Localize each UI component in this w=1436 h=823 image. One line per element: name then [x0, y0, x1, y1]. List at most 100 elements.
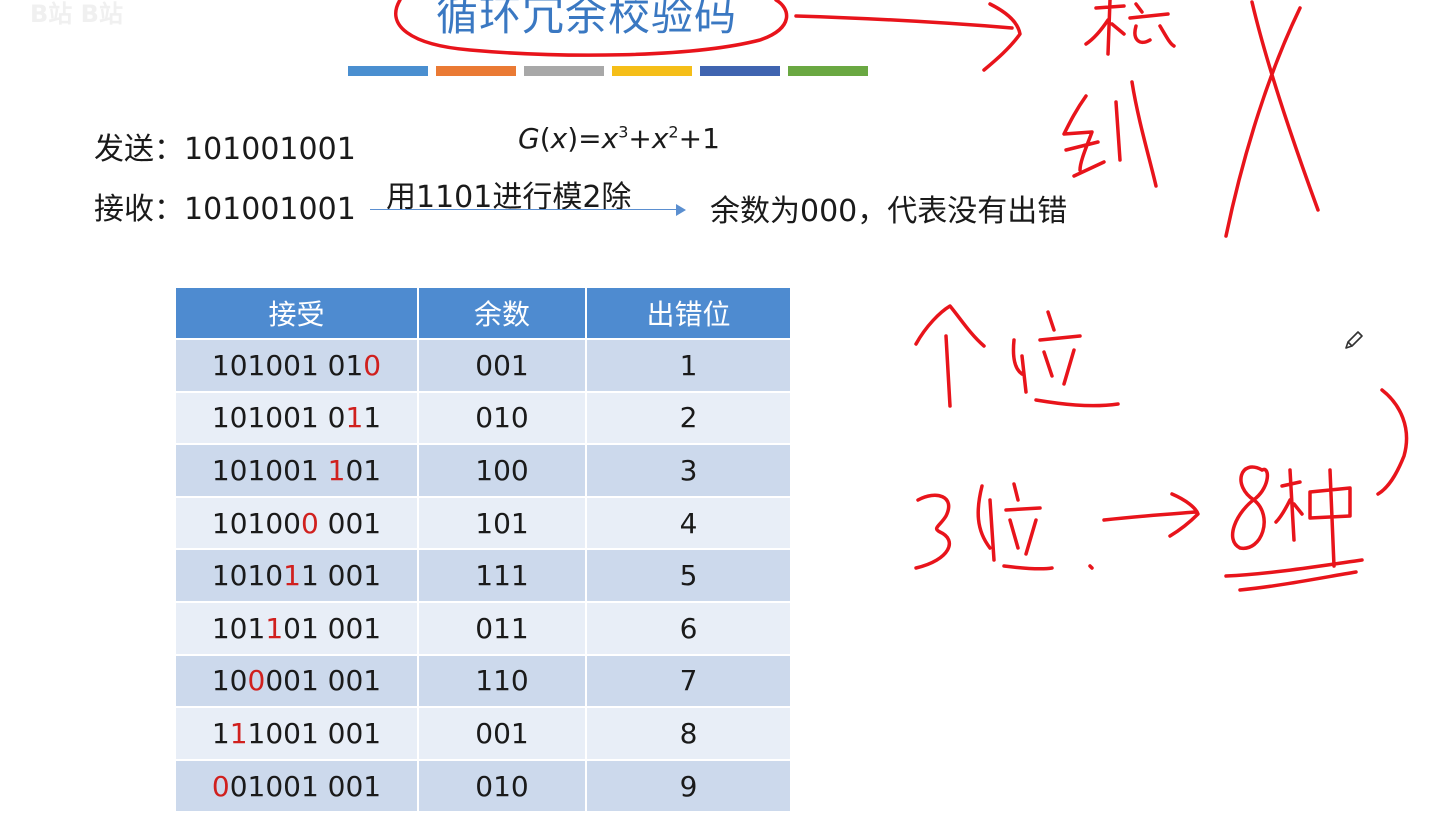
table-row: 001001 001 010 9 [176, 760, 792, 814]
formula-g: G [518, 122, 540, 155]
code-part: 1 001 [300, 559, 382, 593]
error-position-cell: 8 [587, 708, 792, 761]
error-bit: 1 [327, 453, 346, 487]
code-part: 1 [211, 716, 230, 750]
color-bar [348, 66, 868, 76]
error-bit: 1 [283, 559, 301, 593]
error-bit: 0 [247, 664, 266, 698]
ink-underline [1224, 558, 1364, 592]
formula-var: x [550, 122, 568, 155]
ink-char-zhong [1274, 468, 1352, 568]
arrow-line [370, 209, 678, 210]
header-received: 接受 [176, 288, 419, 340]
error-bit: 1 [345, 401, 364, 435]
error-table: 接受 余数 出错位 101001 010 001 1 101001 011 010 2 10… [176, 288, 792, 814]
send-label: 发送： [94, 132, 184, 167]
error-position-cell: 5 [587, 550, 792, 603]
color-segment [700, 66, 780, 76]
color-segment [788, 66, 868, 76]
received-code-cell: 001001 001 [176, 760, 419, 814]
ink-char-wei-2 [976, 482, 1054, 571]
code-part: 10 [211, 664, 248, 698]
table-row: 111001 001 001 8 [176, 708, 792, 761]
formula-term: x [601, 122, 619, 155]
error-bit: 0 [211, 769, 230, 803]
color-segment [612, 66, 692, 76]
formula-paren: ( [539, 122, 551, 155]
remainder-cell: 101 [419, 497, 587, 551]
formula-term: x [651, 122, 669, 155]
ink-arrow-2 [1102, 492, 1200, 538]
receive-value: 101001001 [184, 192, 356, 227]
result-text: 余数为000，代表没有出错 [710, 194, 1068, 229]
ink-bracket [1376, 388, 1409, 496]
code-part: 10100 [211, 506, 301, 540]
error-position-cell: 4 [587, 497, 792, 551]
color-segment [524, 66, 604, 76]
code-part: 1001 001 [247, 716, 382, 750]
remainder-cell: 111 [419, 550, 587, 603]
slide: B站 B站 循环冗余校验码 发送：101001001 G(x)=x3+x2+1 … [0, 0, 1436, 823]
code-part: 101001 0 [211, 401, 346, 435]
table-row: 101001 101 100 3 [176, 445, 792, 498]
error-bit: 0 [300, 506, 319, 540]
code-part: 01001 001 [229, 769, 382, 803]
ink-char-xiao [1084, 0, 1176, 56]
color-segment [348, 66, 428, 76]
error-bit: 0 [363, 348, 382, 382]
code-part: 001 001 [265, 664, 382, 698]
received-code-cell: 111001 001 [176, 708, 419, 761]
send-line: 发送：101001001 [94, 124, 356, 168]
table-header-row: 接受 余数 出错位 [176, 288, 792, 340]
remainder-cell: 110 [419, 655, 587, 709]
ink-char-jiu [1062, 80, 1158, 188]
arrow-head-icon [676, 204, 686, 216]
code-part: 101001 [211, 453, 328, 487]
remainder-cell: 010 [419, 760, 587, 814]
error-position-cell: 1 [587, 340, 792, 393]
received-code-cell: 101011 001 [176, 550, 419, 603]
table-row: 100001 001 110 7 [176, 655, 792, 709]
code-part: 01 [345, 453, 382, 487]
ink-dot [1088, 564, 1094, 570]
received-code-cell: 101001 011 [176, 392, 419, 446]
generator-polynomial: G(x)=x3+x2+1 [518, 122, 720, 155]
received-code-cell: 101101 001 [176, 602, 419, 656]
send-value: 101001001 [184, 132, 356, 167]
header-error-bit: 出错位 [587, 288, 792, 340]
slide-title: 循环冗余校验码 [436, 0, 738, 40]
formula-exp: 3 [618, 122, 629, 142]
remainder-cell: 001 [419, 708, 587, 761]
code-part: 01 001 [283, 611, 382, 645]
watermark-logo: B站 B站 [30, 0, 123, 28]
formula-exp: 2 [668, 122, 679, 142]
received-code-cell: 101000 001 [176, 497, 419, 551]
table-row: 101101 001 011 6 [176, 602, 792, 656]
ink-cross [1224, 0, 1320, 238]
error-position-cell: 6 [587, 602, 792, 656]
ink-digit-eight [1230, 465, 1270, 550]
remainder-cell: 011 [419, 602, 587, 656]
table-row: 101001 011 010 2 [176, 392, 792, 446]
error-bit: 1 [265, 611, 284, 645]
code-part: 101 [211, 611, 266, 645]
table-row: 101000 001 101 4 [176, 497, 792, 551]
code-part: 101001 01 [211, 348, 364, 382]
received-code-cell: 101001 010 [176, 340, 419, 393]
formula-rest: +1 [678, 122, 720, 155]
remainder-cell: 100 [419, 445, 587, 498]
remainder-cell: 001 [419, 340, 587, 393]
color-segment [436, 66, 516, 76]
ink-arrow [794, 2, 1022, 72]
table-row: 101011 001 111 5 [176, 550, 792, 603]
table-row: 101001 010 001 1 [176, 340, 792, 393]
error-position-cell: 7 [587, 655, 792, 709]
pencil-icon[interactable] [1342, 328, 1366, 352]
formula-eq: )= [567, 122, 602, 155]
code-part: 1010 [211, 559, 284, 593]
header-remainder: 余数 [419, 288, 587, 340]
code-part: 1 [363, 401, 382, 435]
error-position-cell: 9 [587, 760, 792, 814]
received-code-cell: 101001 101 [176, 445, 419, 498]
remainder-cell: 010 [419, 392, 587, 446]
